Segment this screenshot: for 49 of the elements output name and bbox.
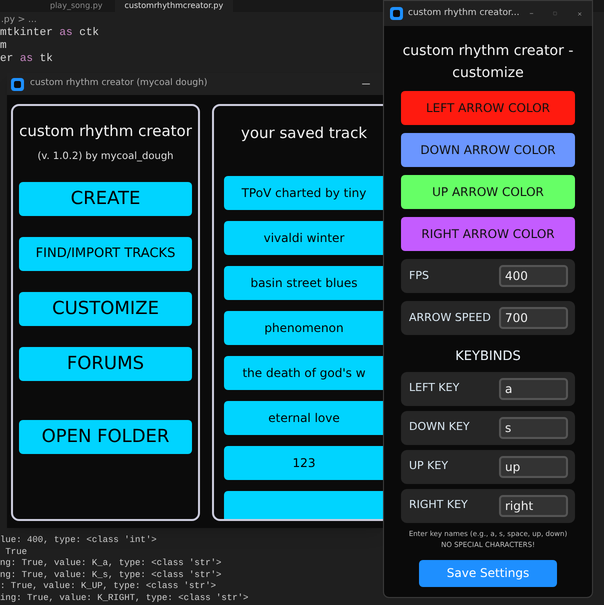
setting-label: RIGHT KEY bbox=[409, 497, 468, 514]
version-text: (v. 1.0.2) by mycoal_dough bbox=[37, 150, 174, 164]
app-icon bbox=[11, 78, 24, 90]
track-button[interactable]: 123 bbox=[224, 446, 384, 480]
section-title: KEYBINDS bbox=[454, 348, 522, 366]
window-heading: custom rhythm creator - customize bbox=[402, 42, 574, 83]
setting-input[interactable]: 400 bbox=[499, 265, 568, 287]
track-button[interactable]: vivaldi winter bbox=[224, 220, 384, 254]
menu-button[interactable]: CREATE bbox=[19, 182, 192, 216]
code-line: er as tk bbox=[0, 53, 53, 66]
terminal-line: ng: True, value: K_a, type: <class 'str'> bbox=[0, 558, 222, 570]
track-button[interactable]: eternal love bbox=[224, 400, 384, 434]
panel-title: your saved track bbox=[240, 123, 368, 144]
color-button[interactable]: LEFT ARROW COLOR bbox=[401, 91, 575, 125]
setting-input[interactable]: s bbox=[499, 416, 568, 438]
track-button[interactable]: basin street blues bbox=[224, 266, 384, 300]
menu-button[interactable]: CUSTOMIZE bbox=[19, 292, 192, 326]
menu-button[interactable]: OPEN FOLDER bbox=[19, 420, 192, 454]
track-button[interactable]: TPoV charted by tiny bbox=[224, 176, 384, 210]
terminal-line: True bbox=[4, 546, 28, 558]
menu-button[interactable]: FIND/IMPORT TRACKS bbox=[19, 236, 192, 270]
panel-title: custom rhythm creator bbox=[19, 121, 192, 142]
terminal-line: ng: True, value: K_s, type: <class 'str'> bbox=[0, 570, 222, 581]
setting-label: LEFT KEY bbox=[409, 380, 460, 396]
track-button[interactable]: phenomenon bbox=[224, 310, 384, 344]
terminal-line: : True, value: K_UP, type: <class 'str'> bbox=[0, 581, 216, 592]
setting-label: ARROW SPEED bbox=[409, 310, 491, 326]
code-line: m bbox=[0, 40, 7, 53]
app-icon bbox=[390, 7, 403, 20]
terminal-line: ing: True, value: K_RIGHT, type: <class 'str'> bbox=[0, 592, 248, 604]
setting-input[interactable]: 700 bbox=[499, 307, 568, 329]
track-button[interactable]: the death of god's w bbox=[224, 356, 384, 390]
breadcrumb: .py > ... bbox=[0, 14, 38, 27]
color-button[interactable]: DOWN ARROW COLOR bbox=[401, 133, 575, 167]
setting-input[interactable]: up bbox=[499, 456, 568, 478]
window-title: custom rhythm creator (mycoal dough) bbox=[30, 77, 208, 90]
code-line: mtkinter as ctk bbox=[0, 27, 100, 40]
setting-label: FPS bbox=[409, 268, 429, 284]
terminal-line: lue: 400, type: <class 'int'> bbox=[0, 535, 157, 546]
track-button-partial[interactable] bbox=[224, 490, 384, 519]
setting-input[interactable]: right bbox=[499, 494, 568, 516]
window-title: custom rhythm creator... bbox=[408, 6, 520, 20]
setting-label: UP KEY bbox=[409, 458, 448, 474]
color-button[interactable]: RIGHT ARROW COLOR bbox=[401, 217, 575, 251]
menu-button[interactable]: FORUMS bbox=[19, 346, 192, 380]
color-button[interactable]: UP ARROW COLOR bbox=[401, 175, 575, 209]
editor-tab[interactable]: customrhythmcreator.py bbox=[114, 0, 234, 12]
setting-label: DOWN KEY bbox=[409, 419, 470, 436]
setting-input[interactable]: a bbox=[499, 378, 568, 400]
